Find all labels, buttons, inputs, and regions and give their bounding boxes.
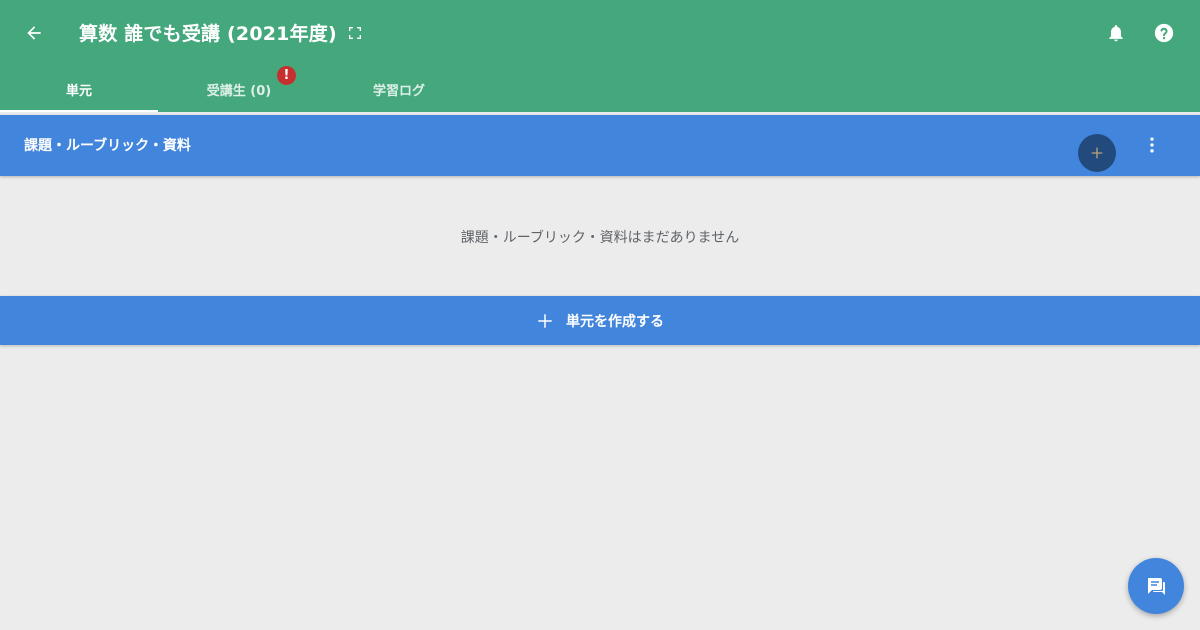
bell-icon	[1109, 25, 1123, 42]
empty-state-message: 課題・ルーブリック・資料はまだありません	[460, 230, 740, 246]
app-bar: 算数 誰でも受講 (2021年度) 単元 受講生 (0) 学習ログ	[0, 0, 1200, 112]
fullscreen-icon	[349, 27, 361, 39]
tab-bar: 単元 受講生 (0) 学習ログ	[0, 66, 1200, 112]
plus-icon	[538, 313, 552, 328]
fullscreen-button[interactable]	[344, 22, 366, 44]
help-circle-icon	[1154, 23, 1174, 43]
chat-icon	[1148, 578, 1165, 595]
section-title: 課題・ルーブリック・資料	[24, 138, 191, 154]
plus-icon	[1091, 147, 1103, 159]
tab-units[interactable]: 単元	[0, 66, 158, 112]
create-unit-button[interactable]: 単元を作成する	[0, 296, 1200, 345]
app-root: 算数 誰でも受講 (2021年度) 単元 受講生 (0) 学習ログ ! 課題・ル…	[0, 0, 1200, 630]
dots-vertical-icon	[1150, 137, 1154, 153]
create-unit-label: 単元を作成する	[566, 313, 664, 330]
section-add-button[interactable]	[1078, 134, 1116, 172]
notifications-button[interactable]	[1102, 19, 1130, 47]
arrow-left-icon	[27, 26, 41, 40]
help-button[interactable]	[1150, 19, 1178, 47]
back-button[interactable]	[18, 17, 50, 49]
tab-students-label: 受講生 (0)	[206, 83, 272, 99]
chat-fab[interactable]	[1128, 558, 1184, 614]
section-more-button[interactable]	[1140, 133, 1164, 157]
students-alert-badge: !	[277, 66, 296, 85]
page-title: 算数 誰でも受講 (2021年度)	[79, 23, 337, 45]
section-header: 課題・ルーブリック・資料	[0, 115, 1200, 176]
header-top-row: 算数 誰でも受講 (2021年度)	[0, 0, 1200, 66]
tab-units-label: 単元	[65, 83, 92, 99]
tab-learning-log-label: 学習ログ	[372, 83, 425, 99]
tab-learning-log[interactable]: 学習ログ	[320, 66, 478, 112]
